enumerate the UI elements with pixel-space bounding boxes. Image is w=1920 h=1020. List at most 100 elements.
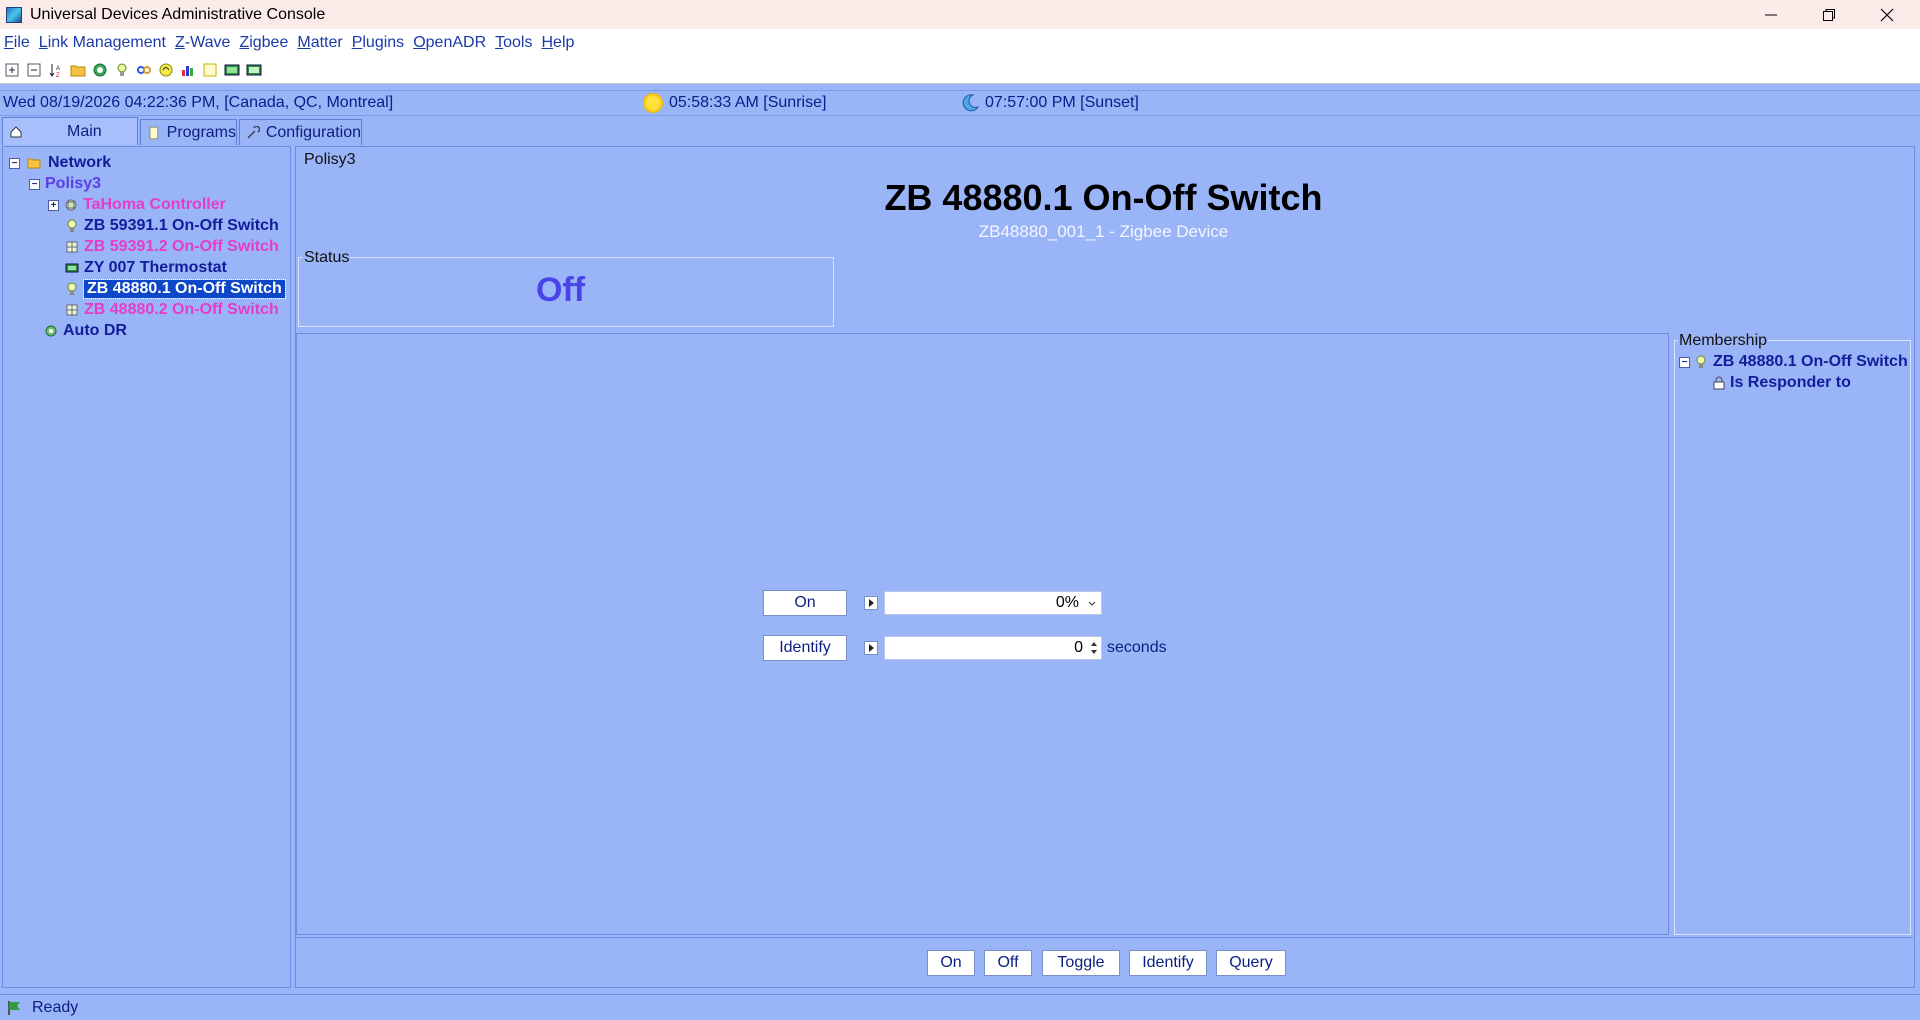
sort-icon[interactable]: AZ <box>47 61 65 79</box>
bulb-icon[interactable] <box>113 61 131 79</box>
bottom-toggle-button[interactable]: Toggle <box>1042 950 1120 976</box>
tab-programs-label: Programs <box>166 123 236 141</box>
bottom-off-button[interactable]: Off <box>984 950 1032 976</box>
on-level-select[interactable]: 0% <box>884 591 1102 615</box>
folder-icon[interactable] <box>69 61 87 79</box>
bottom-query-button[interactable]: Query <box>1216 950 1286 976</box>
membership-role-label: Is Responder to <box>1730 374 1851 391</box>
tree-label-polisy: Polisy3 <box>45 175 102 192</box>
tab-configuration-label: Configuration <box>265 123 361 141</box>
identify-button[interactable]: Identify <box>763 635 847 661</box>
tab-configuration[interactable]: Configuration <box>239 119 362 145</box>
info-bar: Wed 08/19/2026 04:22:36 PM, [Canada, QC,… <box>0 90 1920 116</box>
command-bar: On Off Toggle Identify Query <box>296 937 1913 987</box>
minimize-button[interactable] <box>1742 0 1800 29</box>
bulb-icon <box>1696 355 1706 368</box>
play-icon[interactable] <box>864 641 878 655</box>
menu-tools[interactable]: Tools <box>495 34 532 52</box>
collapse-icon[interactable]: − <box>9 157 20 169</box>
membership-role[interactable]: Is Responder to <box>1713 373 1851 393</box>
restore-button[interactable] <box>1800 0 1858 29</box>
menu-help[interactable]: Help <box>541 34 574 52</box>
tree-label-network: Network <box>48 154 112 171</box>
membership-device[interactable]: − ZB 48880.1 On-Off Switch <box>1679 352 1908 372</box>
menu-matter[interactable]: Matter <box>297 34 342 52</box>
identify-seconds-value: 0 <box>1074 639 1083 656</box>
spinner-icon[interactable] <box>1089 639 1099 657</box>
minimize-icon <box>1765 14 1777 15</box>
grid-icon <box>66 241 78 253</box>
sunset-time: 07:57:00 PM [Sunset] <box>985 94 1139 111</box>
restore-icon <box>1823 8 1835 21</box>
tree-node-polisy[interactable]: − Polisy3 <box>29 174 101 194</box>
tree-label-zy007: ZY 007 Thermostat <box>84 259 227 276</box>
network-icon[interactable] <box>91 61 109 79</box>
bulb-icon <box>67 219 77 232</box>
menu-link-management[interactable]: Link Management <box>39 34 166 52</box>
tab-programs[interactable]: Programs <box>140 119 237 145</box>
controller-icon <box>65 199 77 211</box>
menu-bar: File Link Management Z-Wave Zigbee Matte… <box>0 29 1920 56</box>
tree-label-tahoma: TaHoma Controller <box>83 196 226 213</box>
lock-icon <box>1713 376 1725 390</box>
flag-icon <box>8 1000 20 1015</box>
close-button[interactable] <box>1858 0 1916 29</box>
membership-device-label: ZB 48880.1 On-Off Switch <box>1713 353 1908 370</box>
tree-node-autodr[interactable]: Auto DR <box>44 321 127 341</box>
thermostat-icon[interactable] <box>223 61 241 79</box>
expand-all-icon[interactable] <box>3 61 21 79</box>
menu-zwave[interactable]: Z-Wave <box>175 34 230 52</box>
tree-node-zy007[interactable]: ZY 007 Thermostat <box>65 258 227 278</box>
collapse-icon[interactable]: − <box>29 178 40 190</box>
status-bar: Ready <box>0 994 1920 1020</box>
power-icon[interactable] <box>157 61 175 79</box>
tree-label-autodr: Auto DR <box>63 322 127 339</box>
collapse-icon[interactable]: − <box>1679 356 1690 368</box>
bottom-identify-button[interactable]: Identify <box>1129 950 1207 976</box>
autodr-icon <box>45 325 57 337</box>
menu-openadr[interactable]: OpenADR <box>413 34 486 52</box>
tree-label-zb59391-2: ZB 59391.2 On-Off Switch <box>84 238 279 255</box>
collapse-all-icon[interactable] <box>25 61 43 79</box>
svg-text:Z: Z <box>56 73 60 78</box>
tree-node-zb48880-1[interactable]: ZB 48880.1 On-Off Switch <box>65 279 286 299</box>
programs-icon <box>149 126 159 139</box>
menu-plugins[interactable]: Plugins <box>352 34 404 52</box>
window-title: Universal Devices Administrative Console <box>30 5 326 23</box>
toolbar: AZ <box>0 56 1920 84</box>
status-text: Ready <box>32 998 79 1016</box>
grid-icon <box>66 304 78 316</box>
folder-icon <box>27 158 41 169</box>
play-icon[interactable] <box>864 596 878 610</box>
bottom-on-button[interactable]: On <box>927 950 975 976</box>
menu-file[interactable]: File <box>4 34 30 52</box>
status-label: Status <box>303 249 351 267</box>
notes-icon[interactable] <box>201 61 219 79</box>
device-subtitle: ZB48880_001_1 - Zigbee Device <box>978 222 1229 241</box>
tree-node-network[interactable]: − Network <box>9 153 111 173</box>
tab-main[interactable]: Main <box>2 117 138 145</box>
menu-zigbee[interactable]: Zigbee <box>239 34 288 52</box>
tree-label-zb59391-1: ZB 59391.1 On-Off Switch <box>84 217 279 234</box>
seconds-unit: seconds <box>1107 639 1167 656</box>
bulb-icon <box>67 282 77 295</box>
svg-text:A: A <box>56 66 60 72</box>
chart-icon[interactable] <box>179 61 197 79</box>
link-icon[interactable] <box>135 61 153 79</box>
identify-seconds-input[interactable]: 0 <box>884 636 1102 660</box>
wrench-icon <box>247 125 260 138</box>
main-tabs: Main Programs Configuration <box>0 117 1920 145</box>
membership-box: − ZB 48880.1 On-Off Switch Is Responder … <box>1674 340 1911 935</box>
controls-area: On 0% Identify 0 seconds <box>296 333 1669 935</box>
expand-icon[interactable]: + <box>48 199 59 211</box>
tree-node-zb59391-2[interactable]: ZB 59391.2 On-Off Switch <box>65 237 279 257</box>
battery-icon[interactable] <box>245 61 263 79</box>
tree-node-zb59391-1[interactable]: ZB 59391.1 On-Off Switch <box>65 216 279 236</box>
tree-node-zb48880-2[interactable]: ZB 48880.2 On-Off Switch <box>65 300 279 320</box>
tab-main-label: Main <box>67 122 102 140</box>
on-button[interactable]: On <box>763 590 847 616</box>
chevron-down-icon <box>1088 601 1096 606</box>
app-icon <box>6 6 22 23</box>
device-panel: Polisy3 ZB 48880.1 On-Off Switch ZB48880… <box>295 146 1915 988</box>
tree-node-tahoma[interactable]: + TaHoma Controller <box>48 195 226 215</box>
